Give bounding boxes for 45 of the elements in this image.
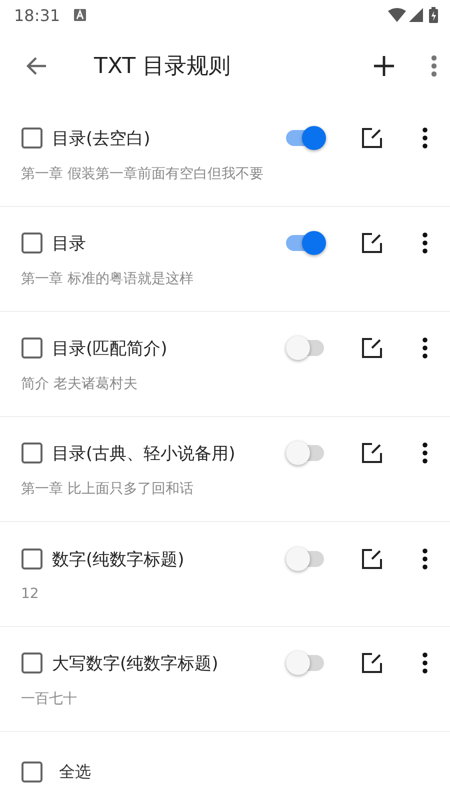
checkbox[interactable]	[21, 337, 43, 359]
notification-icon	[74, 9, 86, 21]
rule-name: 数字(纯数字标题)	[52, 548, 186, 570]
checkbox[interactable]	[21, 652, 43, 674]
wifi-icon	[388, 8, 406, 22]
checkbox[interactable]	[21, 232, 43, 254]
rule-name: 目录(古典、轻小说备用)	[52, 442, 236, 464]
edit-icon[interactable]	[361, 337, 383, 359]
checkbox[interactable]	[21, 127, 43, 149]
rule-name: 目录(去空白)	[52, 128, 152, 150]
toggle-switch[interactable]	[286, 546, 326, 572]
toggle-switch[interactable]	[286, 335, 326, 361]
rule-name: 目录	[52, 232, 87, 254]
more-icon[interactable]	[422, 548, 428, 570]
toggle-switch[interactable]	[286, 650, 326, 676]
rule-example: 第一章 比上面只多了回和话	[21, 480, 194, 498]
checkbox[interactable]	[21, 548, 43, 570]
rule-example: 第一章 标准的粤语就是这样	[21, 270, 194, 288]
more-icon[interactable]	[422, 127, 428, 149]
toggle-switch[interactable]	[286, 440, 326, 466]
signal-icon	[409, 8, 423, 22]
checkbox[interactable]	[21, 442, 43, 464]
rule-example: 一百七十	[21, 690, 78, 708]
rule-name: 大写数字(纯数字标题)	[52, 652, 220, 674]
select-all-label[interactable]: 全选	[59, 762, 91, 782]
battery-icon	[429, 7, 438, 23]
edit-icon[interactable]	[361, 232, 383, 254]
rule-name: 目录(匹配简介)	[52, 338, 168, 360]
edit-icon[interactable]	[361, 548, 383, 570]
more-icon[interactable]	[422, 652, 428, 674]
add-icon[interactable]	[372, 54, 396, 78]
edit-icon[interactable]	[361, 652, 383, 674]
toggle-switch[interactable]	[286, 125, 326, 151]
rule-example: 12	[21, 586, 40, 602]
edit-icon[interactable]	[361, 442, 383, 464]
more-icon[interactable]	[422, 232, 428, 254]
toggle-switch[interactable]	[286, 230, 326, 256]
checkbox[interactable]	[21, 761, 43, 783]
rule-example: 简介 老夫诸葛村夫	[21, 375, 138, 393]
more-icon[interactable]	[422, 337, 428, 359]
rule-example: 第一章 假装第一章前面有空白但我不要	[21, 165, 264, 183]
more-icon[interactable]	[422, 442, 428, 464]
edit-icon[interactable]	[361, 127, 383, 149]
page-title: TXT 目录规则	[94, 53, 232, 81]
status-time: 18:31	[14, 6, 60, 24]
